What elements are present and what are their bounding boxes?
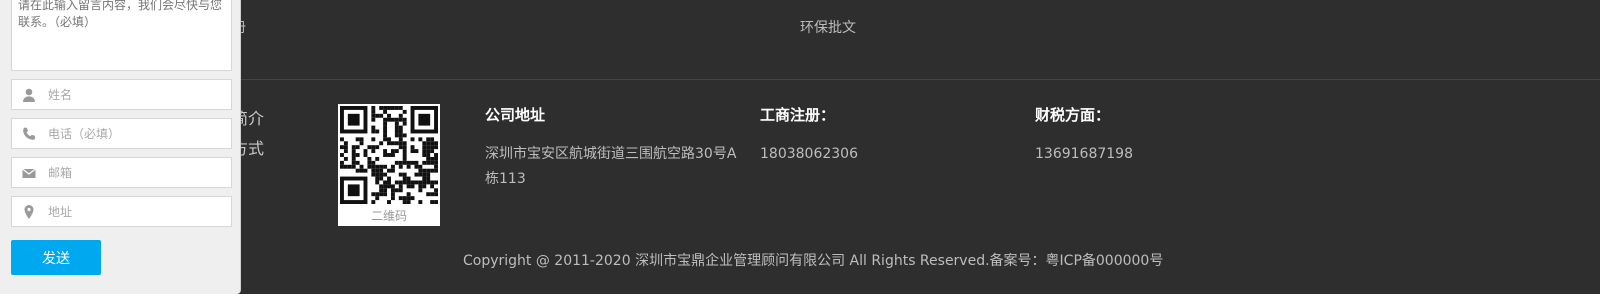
name-field[interactable] <box>11 79 232 110</box>
tax-service-phone: 13691687198 <box>1035 146 1133 162</box>
email-field[interactable] <box>11 157 232 188</box>
footer-link-environmental-approval[interactable]: 环保批文 <box>800 17 856 37</box>
tax-service-title: 财税方面： <box>1035 106 1111 124</box>
address-field[interactable] <box>11 196 232 227</box>
mail-icon <box>22 168 36 178</box>
location-pin-icon <box>24 205 34 219</box>
business-registration-block: 工商注册： 18038062306 <box>760 104 858 167</box>
business-registration-title: 工商注册： <box>760 106 836 124</box>
address-input[interactable] <box>48 202 228 222</box>
phone-icon <box>23 127 36 140</box>
phone-field[interactable] <box>11 118 232 149</box>
message-textarea[interactable] <box>11 0 232 71</box>
email-input[interactable] <box>48 163 228 183</box>
name-input[interactable] <box>48 85 228 105</box>
copyright-text: Copyright @ 2011-2020 深圳市宝鼎企业管理顾问有限公司 Al… <box>463 253 1164 269</box>
tax-service-block: 财税方面： 13691687198 <box>1035 104 1133 167</box>
qr-code: 二维码 <box>338 104 440 226</box>
company-address-title: 公司地址 <box>485 106 546 124</box>
user-icon <box>23 88 35 102</box>
company-address-value: 深圳市宝安区航城街道三围航空路30号A栋113 <box>485 146 737 187</box>
company-address-block: 公司地址 深圳市宝安区航城街道三围航空路30号A栋113 <box>485 104 745 192</box>
phone-input[interactable] <box>48 124 228 144</box>
qr-code-label: 二维码 <box>370 209 407 223</box>
send-button[interactable]: 发送 <box>11 240 101 275</box>
contact-form-panel: 发送 <box>0 0 241 294</box>
qr-code-image <box>340 106 438 204</box>
business-registration-phone: 18038062306 <box>760 146 858 162</box>
